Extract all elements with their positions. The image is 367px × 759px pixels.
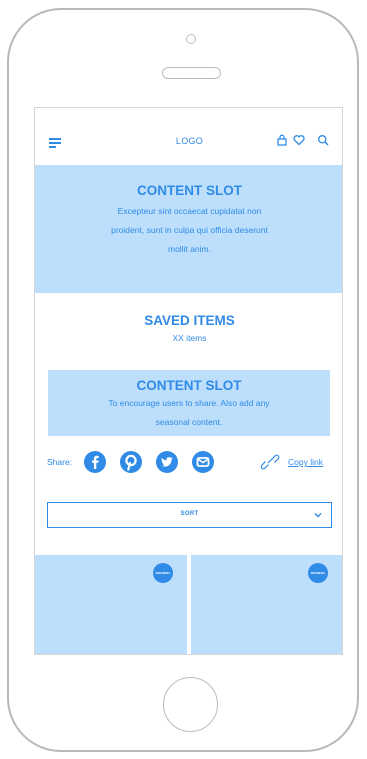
content-slot-share-promo: CONTENT SLOT To encourage users to share… xyxy=(48,370,330,436)
home-button[interactable] xyxy=(163,677,218,732)
roundel-badge: ROUNDEL xyxy=(308,563,328,583)
product-tile[interactable]: ROUNDEL xyxy=(191,555,342,654)
pinterest-icon[interactable] xyxy=(120,451,142,473)
roundel-badge: ROUNDEL xyxy=(153,563,173,583)
speaker-grille xyxy=(162,67,221,79)
content-slot-text: Excepteur sint occaecat cupidatat non pr… xyxy=(35,202,342,259)
site-header: LOGO xyxy=(35,108,342,165)
content-slot-line: seasonal content. xyxy=(155,417,223,427)
content-slot-line: Excepteur sint occaecat cupidatat non xyxy=(117,206,262,216)
facebook-icon[interactable] xyxy=(84,451,106,473)
heart-icon[interactable] xyxy=(293,134,305,146)
saved-items-heading: SAVED ITEMS XX items xyxy=(35,313,342,343)
content-slot-hero: CONTENT SLOT Excepteur sint occaecat cup… xyxy=(35,165,342,293)
phone-screen: LOGO CONTENT SLOT Excepteur sint occaeca… xyxy=(34,107,343,655)
product-tile[interactable]: ROUNDEL xyxy=(35,555,187,654)
content-slot-line: To encourage users to share. Also add an… xyxy=(108,398,270,408)
saved-items-count: XX items xyxy=(172,333,207,343)
content-slot-text: To encourage users to share. Also add an… xyxy=(48,394,330,432)
chevron-down-icon xyxy=(314,513,322,518)
search-icon[interactable] xyxy=(317,134,329,146)
email-icon[interactable] xyxy=(192,451,214,473)
bag-icon[interactable] xyxy=(276,134,288,146)
share-bar: Share: Copy link xyxy=(35,449,342,475)
content-slot-title: CONTENT SLOT xyxy=(136,378,242,393)
content-slot-title: CONTENT SLOT xyxy=(137,183,242,198)
copy-link[interactable]: Copy link xyxy=(288,457,323,467)
link-icon[interactable] xyxy=(261,454,281,470)
twitter-icon[interactable] xyxy=(156,451,178,473)
sort-dropdown[interactable]: SORT xyxy=(47,502,332,528)
content-slot-line: proident, sunt in culpa qui officia dese… xyxy=(111,225,268,235)
share-label: Share: xyxy=(47,457,73,467)
page-title: SAVED ITEMS xyxy=(144,313,235,328)
camera-icon xyxy=(186,34,196,44)
sort-label: SORT xyxy=(180,511,199,517)
content-slot-line: mollit anim. xyxy=(168,244,211,254)
